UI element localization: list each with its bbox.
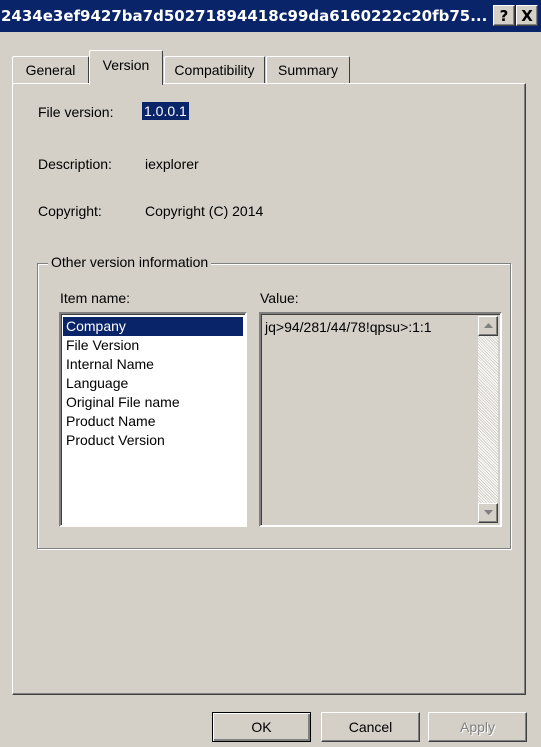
tab-version[interactable]: Version [89, 50, 163, 85]
list-item[interactable]: File Version [63, 336, 243, 355]
properties-dialog: 2434e3ef9427ba7d50271894418c99da6160222c… [0, 0, 541, 747]
value-textbox[interactable]: jq>94/281/44/78!qpsu>:1:1 [259, 312, 502, 527]
close-button[interactable]: X [516, 5, 538, 26]
description-value: iexplorer [145, 156, 199, 172]
list-item[interactable]: Original File name [63, 393, 243, 412]
item-name-listbox[interactable]: Company File Version Internal Name Langu… [59, 312, 247, 527]
value-label: Value: [260, 290, 299, 306]
file-version-selected-text[interactable]: 1.0.0.1 [142, 102, 189, 120]
arrow-up-icon [484, 323, 493, 328]
list-item[interactable]: Product Version [63, 431, 243, 450]
tab-general[interactable]: General [12, 56, 89, 84]
title-bar[interactable]: 2434e3ef9427ba7d50271894418c99da6160222c… [0, 0, 541, 32]
list-item[interactable]: Product Name [63, 412, 243, 431]
description-label: Description: [38, 156, 112, 172]
other-version-group-label: Other version information [48, 254, 212, 270]
arrow-down-icon [484, 510, 493, 515]
help-button[interactable]: ? [493, 5, 515, 26]
file-version-value[interactable]: 1.0.0.1 [142, 102, 189, 120]
value-scrollbar[interactable] [478, 316, 498, 523]
value-text[interactable]: jq>94/281/44/78!qpsu>:1:1 [265, 319, 432, 335]
list-item[interactable]: Language [63, 374, 243, 393]
item-name-label: Item name: [60, 290, 131, 306]
scroll-down-button[interactable] [478, 503, 498, 523]
list-item[interactable]: Company [63, 317, 243, 336]
ok-button[interactable]: OK [212, 712, 311, 742]
apply-button[interactable]: Apply [428, 712, 527, 742]
tab-compatibility[interactable]: Compatibility [164, 56, 265, 84]
copyright-label: Copyright: [38, 203, 102, 219]
copyright-value: Copyright (C) 2014 [145, 203, 264, 219]
tab-summary[interactable]: Summary [266, 56, 350, 84]
window-title: 2434e3ef9427ba7d50271894418c99da6160222c… [1, 7, 488, 25]
list-item[interactable]: Internal Name [63, 355, 243, 374]
scroll-up-button[interactable] [478, 316, 498, 336]
file-version-label: File version: [38, 104, 114, 120]
cancel-button[interactable]: Cancel [321, 712, 420, 742]
